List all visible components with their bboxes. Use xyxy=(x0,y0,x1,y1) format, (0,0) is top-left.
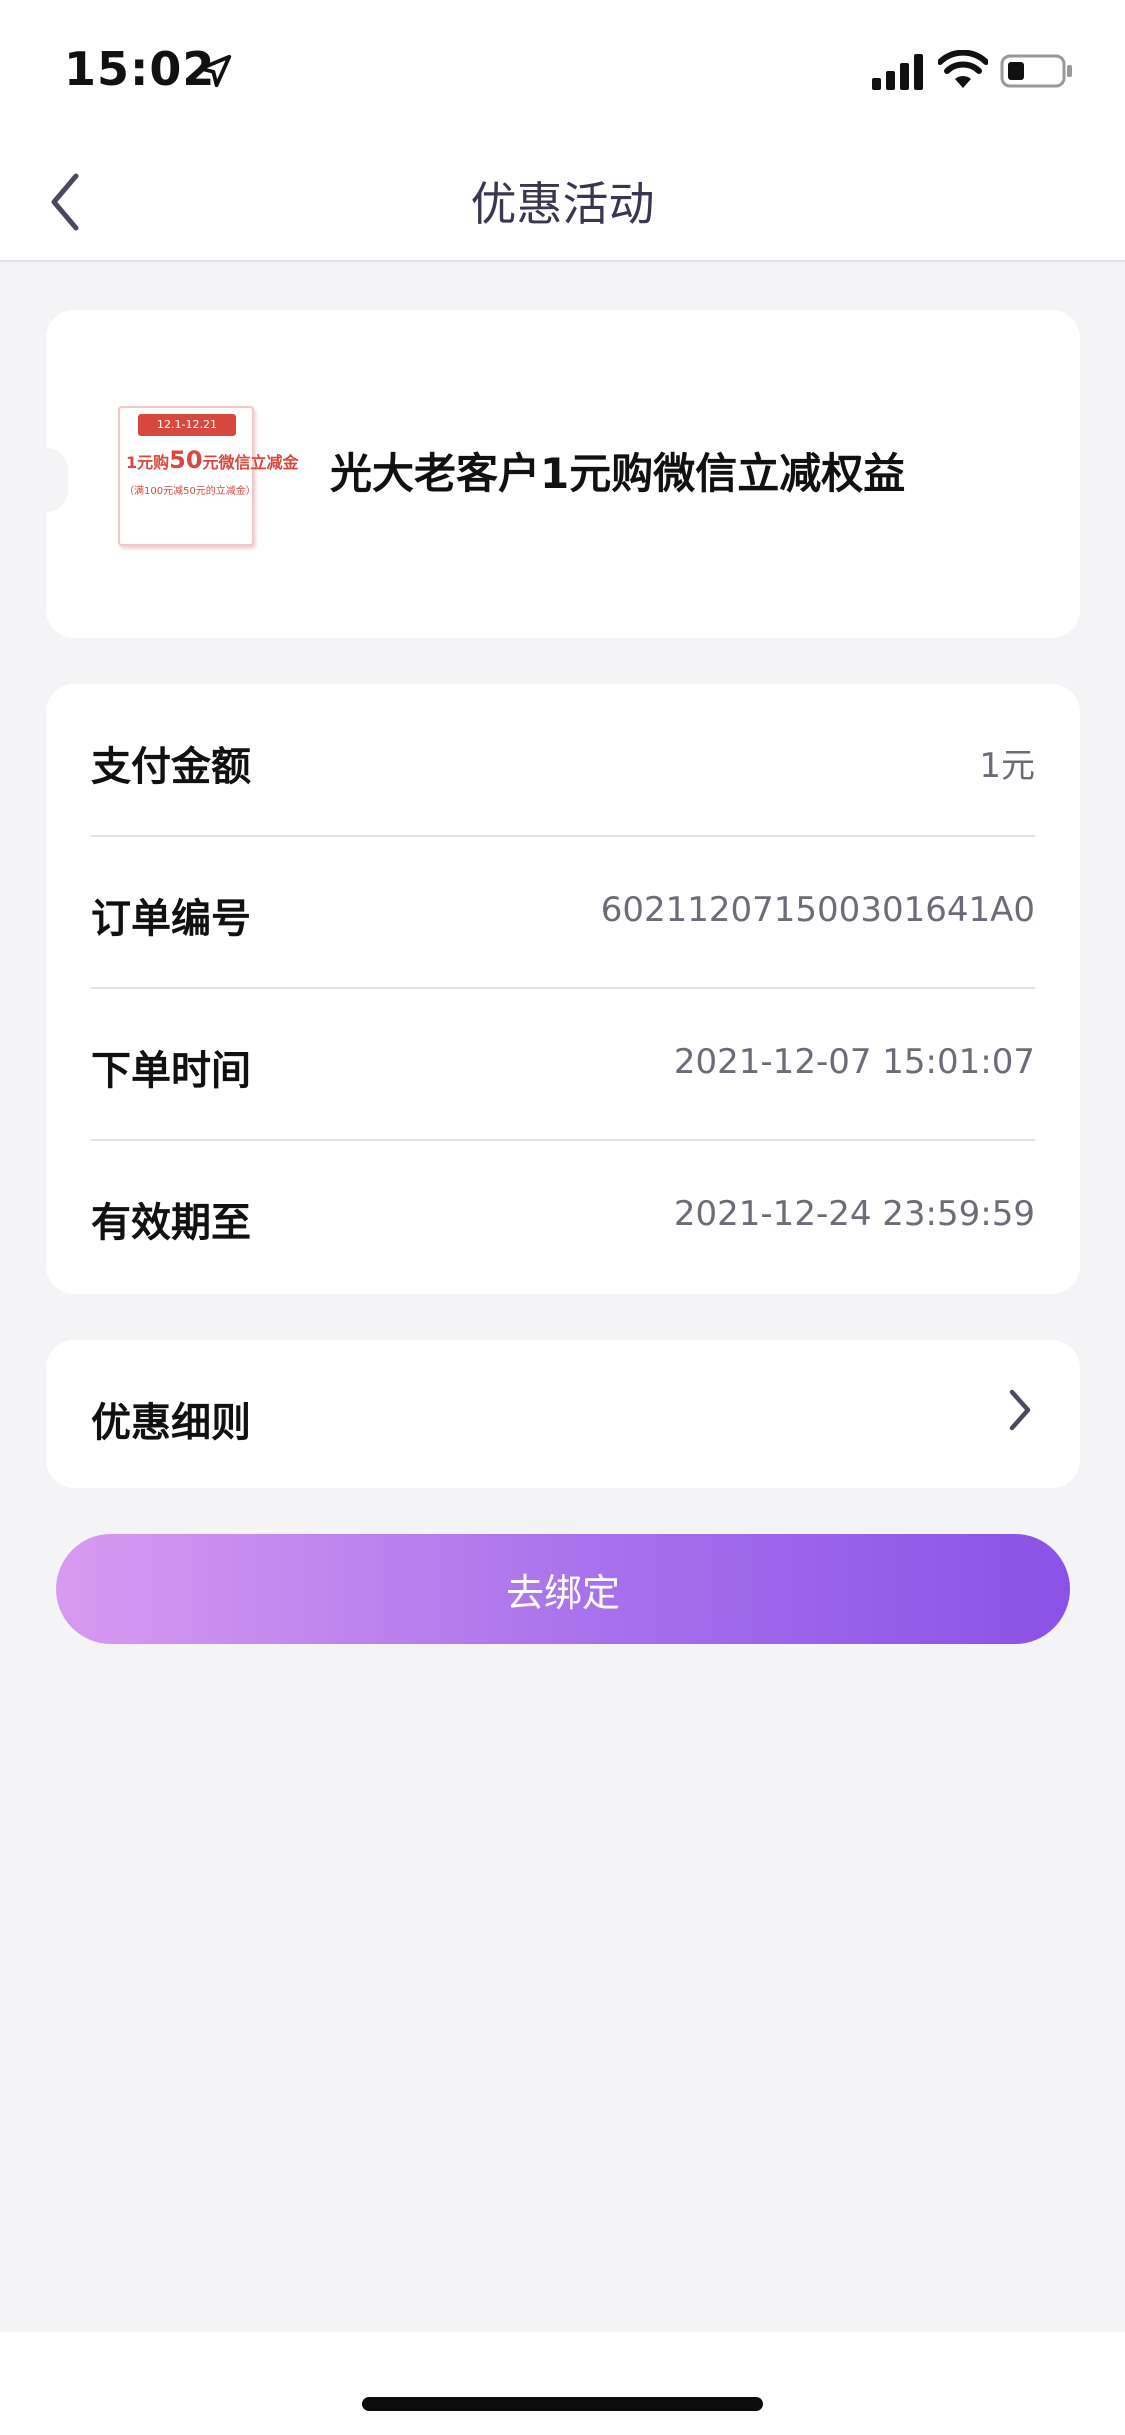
info-value: 2021-12-24 23:59:59 xyxy=(673,1194,1035,1234)
coupon-date-range: 12.1-12.21 xyxy=(138,414,236,436)
order-info-card: 支付金额 1元 订单编号 602112071500301641A0 下单时间 2… xyxy=(46,684,1080,1294)
info-label: 支付金额 xyxy=(91,744,251,790)
battery-icon xyxy=(1000,54,1072,88)
rules-label: 优惠细则 xyxy=(91,1400,251,1446)
signal-icon xyxy=(872,54,923,90)
info-row-order-number: 订单编号 602112071500301641A0 xyxy=(91,836,1035,988)
bind-button[interactable]: 去绑定 xyxy=(56,1534,1070,1644)
home-area xyxy=(0,2332,1125,2435)
info-label: 订单编号 xyxy=(91,896,251,942)
rules-row[interactable]: 优惠细则 xyxy=(46,1340,1080,1488)
info-label: 下单时间 xyxy=(91,1048,251,1094)
location-arrow-icon xyxy=(198,54,232,88)
status-bar: 15:02 xyxy=(0,0,1125,140)
info-row-order-time: 下单时间 2021-12-07 15:01:07 xyxy=(91,988,1035,1140)
home-indicator[interactable] xyxy=(362,2397,763,2411)
nav-bar: 优惠活动 xyxy=(0,140,1125,262)
coupon-thumbnail: 12.1-12.21 1元购50元微信立减金 （满100元减50元的立减金） xyxy=(118,406,299,546)
info-label: 有效期至 xyxy=(91,1200,251,1246)
chevron-right-icon xyxy=(1009,1389,1031,1431)
status-time: 15:02 xyxy=(64,42,216,96)
info-value: 1元 xyxy=(979,746,1035,786)
coupon-sub-text: （满100元减50元的立减金） xyxy=(124,486,256,497)
wifi-icon xyxy=(938,50,988,88)
page-title: 优惠活动 xyxy=(470,177,655,231)
ticket-notch xyxy=(46,448,68,512)
coupon-main-text: 1元购50元微信立减金 xyxy=(126,446,299,474)
info-value: 602112071500301641A0 xyxy=(600,890,1035,930)
info-value: 2021-12-07 15:01:07 xyxy=(673,1042,1035,1082)
product-title: 光大老客户1元购微信立减权益 xyxy=(330,449,906,498)
product-card[interactable]: 12.1-12.21 1元购50元微信立减金 （满100元减50元的立减金） 光… xyxy=(46,310,1080,638)
info-row-payment-amount: 支付金额 1元 xyxy=(91,684,1035,836)
info-row-valid-until: 有效期至 2021-12-24 23:59:59 xyxy=(91,1140,1035,1292)
